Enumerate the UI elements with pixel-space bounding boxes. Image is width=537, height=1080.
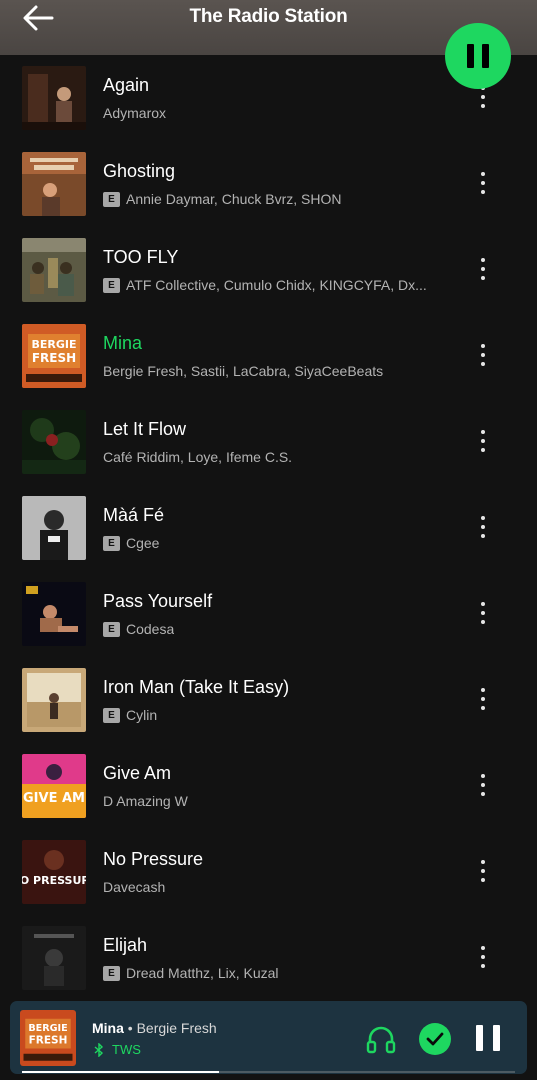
more-vertical-icon[interactable] [474,426,492,456]
list-item[interactable]: BERGIE FRESH Mina Bergie Fresh, Sastii, L… [0,313,537,399]
track-artists: E Cgee [103,535,159,551]
track-artists: E Cylin [103,707,157,723]
page-title: The Radio Station [189,6,348,27]
bluetooth-icon [94,1042,104,1057]
track-artists: E Codesa [103,621,174,637]
svg-text:BERGIE: BERGIE [28,1023,67,1034]
track-title: Màá Fé [103,505,165,525]
list-item[interactable]: Màá Fé E Cgee [0,485,537,571]
track-title: No Pressure [103,849,204,869]
explicit-badge: E [103,707,120,723]
track-artists: Café Riddim, Loye, Ifeme C.S. [103,449,293,465]
svg-text:NO PRESSURE: NO PRESSURE [22,874,86,887]
svg-text:BERGIE: BERGIE [31,338,76,351]
track-artists: E Annie Daymar, Chuck Bvrz, SHON [103,191,342,207]
headphones-icon[interactable] [365,1023,397,1055]
album-cover [22,152,86,216]
explicit-badge: E [103,191,120,207]
track-artists: E ATF Collective, Cumulo Chidx, KINGCYFA,… [103,277,427,293]
album-cover [22,496,86,560]
play-pause-button[interactable] [445,23,511,89]
pause-icon[interactable] [476,1025,500,1053]
track-title: Elijah [103,935,148,955]
list-item[interactable]: Iron Man (Take It Easy) E Cylin [0,657,537,743]
track-title: Iron Man (Take It Easy) [103,677,290,697]
track-title: Mina [103,333,143,353]
list-item[interactable]: NO PRESSURE No Pressure Davecash [0,829,537,915]
connected-device[interactable]: TWS [94,1042,141,1057]
track-artists: Davecash [103,879,166,895]
track-title: TOO FLY [103,247,179,267]
more-vertical-icon[interactable] [474,942,492,972]
list-item[interactable]: TOO FLY E ATF Collective, Cumulo Chidx, K… [0,227,537,313]
now-playing-title: Mina • Bergie Fresh [92,1020,217,1036]
svg-text:GIVE AM: GIVE AM [23,791,85,806]
album-cover [22,582,86,646]
now-playing-cover: BERGIE FRESH [20,1010,76,1066]
check-circle-icon[interactable] [419,1023,451,1055]
svg-text:FRESH: FRESH [32,351,76,365]
track-artists: D Amazing W [103,793,188,809]
list-item[interactable]: Pass Yourself E Codesa [0,571,537,657]
album-cover [22,926,86,990]
more-vertical-icon[interactable] [474,684,492,714]
album-cover: GIVE AM [22,754,86,818]
list-item[interactable]: Ghosting E Annie Daymar, Chuck Bvrz, SHON [0,141,537,227]
pause-icon [467,44,474,68]
more-vertical-icon[interactable] [474,770,492,800]
album-cover: BERGIE FRESH [22,324,86,388]
track-artists: E Dread Matthz, Lix, Kuzal [103,965,279,981]
more-vertical-icon[interactable] [474,856,492,886]
track-artists: Bergie Fresh, Sastii, LaCabra, SiyaCeeBe… [103,363,384,379]
track-title: Give Am [103,763,172,783]
album-cover [22,66,86,130]
explicit-badge: E [103,277,120,293]
explicit-badge: E [103,535,120,551]
more-vertical-icon[interactable] [474,340,492,370]
explicit-badge: E [103,965,120,981]
list-item[interactable]: GIVE AM Give Am D Amazing W [0,743,537,829]
now-playing-bar[interactable]: BERGIE FRESH Mina • Bergie Fresh TWS [10,1001,527,1074]
track-title: Ghosting [103,161,176,181]
explicit-badge: E [103,621,120,637]
playback-progress[interactable] [22,1071,515,1073]
track-list[interactable]: Again Adymarox Ghosting E Annie Daymar, C… [0,55,537,1000]
album-cover: NO PRESSURE [22,840,86,904]
track-title: Again [103,75,150,95]
list-item[interactable]: Elijah E Dread Matthz, Lix, Kuzal [0,915,537,1000]
more-vertical-icon[interactable] [474,512,492,542]
track-artists: Adymarox [103,105,167,121]
svg-text:FRESH: FRESH [29,1034,68,1046]
album-cover [22,668,86,732]
more-vertical-icon[interactable] [474,598,492,628]
list-item[interactable]: Let It Flow Café Riddim, Loye, Ifeme C.S… [0,399,537,485]
track-title: Pass Yourself [103,591,213,611]
more-vertical-icon[interactable] [474,168,492,198]
more-vertical-icon[interactable] [474,254,492,284]
album-cover [22,410,86,474]
track-title: Let It Flow [103,419,187,439]
album-cover [22,238,86,302]
playback-progress-fill [22,1071,220,1073]
